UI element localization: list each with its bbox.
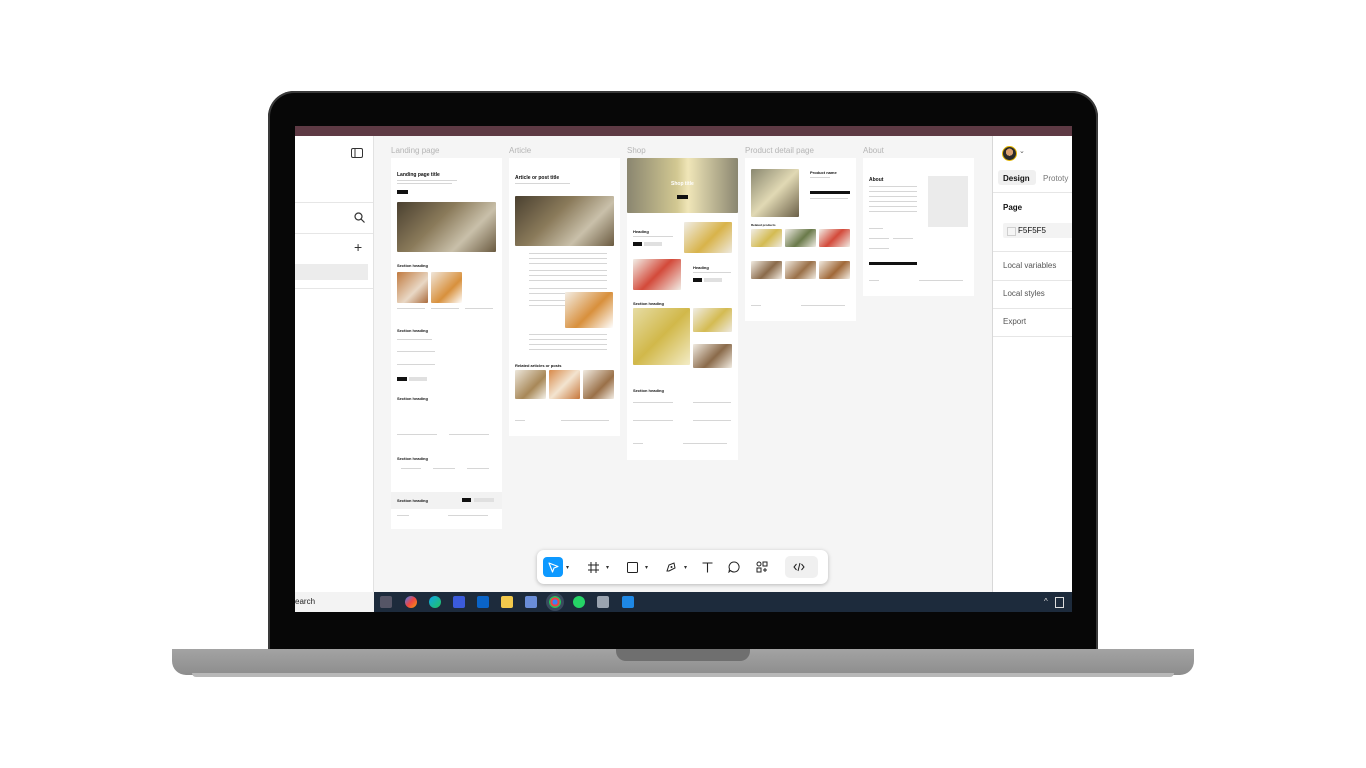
tray-icon[interactable] xyxy=(1055,597,1064,608)
chevron-down-icon[interactable]: ⌄ xyxy=(1019,147,1025,155)
shop-section-heading-2: Section heading xyxy=(633,388,664,393)
edge-icon[interactable] xyxy=(429,596,441,608)
windows-taskbar: earch ^ xyxy=(295,592,1072,612)
frame-product-detail[interactable]: Product name Related products xyxy=(745,158,856,321)
frame-about[interactable]: About xyxy=(863,158,974,296)
file-explorer-icon[interactable] xyxy=(501,596,513,608)
taskbar-search-label: earch xyxy=(295,597,316,606)
screen: + Landing page Landing page title Sectio… xyxy=(295,126,1072,612)
frame-label-about[interactable]: About xyxy=(863,146,884,155)
user-avatar[interactable] xyxy=(1002,146,1017,161)
page-section-label: Page xyxy=(1003,203,1023,212)
frame-label-article[interactable]: Article xyxy=(509,146,531,155)
outlook-icon[interactable] xyxy=(477,596,489,608)
laptop-base-shadow xyxy=(192,673,1174,677)
product-related-label: Related products xyxy=(751,223,776,227)
move-tool-icon[interactable] xyxy=(543,557,563,577)
article-title: Article or post title xyxy=(515,175,560,181)
landing-section-heading-5: Section heading xyxy=(397,498,428,503)
code-icon xyxy=(789,557,809,577)
comment-tool-icon[interactable] xyxy=(724,557,744,577)
shop-heading-2: Heading xyxy=(693,265,709,270)
landing-section-heading-2: Section heading xyxy=(397,328,428,333)
panel-toggle-icon[interactable] xyxy=(351,148,363,160)
actions-tool-icon[interactable] xyxy=(752,557,772,577)
chrome-icon[interactable] xyxy=(549,596,561,608)
bottom-toolbar: ▾ ▾ ▾ ▾ xyxy=(537,550,828,584)
shape-tool-chevron-icon[interactable]: ▾ xyxy=(645,564,648,571)
design-panel: ⌄ Design Prototy Page F5F5F5 Local varia… xyxy=(992,136,1072,592)
store-icon[interactable] xyxy=(453,596,465,608)
layers-panel: + xyxy=(295,136,374,592)
plus-icon[interactable]: + xyxy=(354,240,362,254)
search-icon[interactable] xyxy=(354,212,365,225)
shop-hero-title: Shop title xyxy=(671,181,694,187)
export[interactable]: Export xyxy=(1003,317,1026,326)
page-list-item-selected[interactable] xyxy=(295,264,368,280)
frame-label-product[interactable]: Product detail page xyxy=(745,146,814,155)
local-styles[interactable]: Local styles xyxy=(1003,289,1045,298)
shop-section-heading-1: Section heading xyxy=(633,301,664,306)
frame-tool-icon[interactable] xyxy=(583,557,603,577)
product-image xyxy=(751,169,799,217)
landing-hero-image xyxy=(397,202,496,252)
landing-title: Landing page title xyxy=(397,172,440,178)
shop-heading-1: Heading xyxy=(633,229,649,234)
frame-label-landing[interactable]: Landing page xyxy=(391,146,440,155)
pen-tool-icon[interactable] xyxy=(661,557,681,577)
landing-section-heading-1: Section heading xyxy=(397,263,428,268)
move-tool-chevron-icon[interactable]: ▾ xyxy=(566,564,569,571)
whatsapp-icon[interactable] xyxy=(573,596,585,608)
app-icon[interactable] xyxy=(525,596,537,608)
tray-chevron-icon[interactable]: ^ xyxy=(1044,597,1048,606)
frame-tool-chevron-icon[interactable]: ▾ xyxy=(606,564,609,571)
local-variables[interactable]: Local variables xyxy=(1003,261,1056,270)
page-color-value[interactable]: F5F5F5 xyxy=(1018,226,1046,235)
copilot-icon[interactable] xyxy=(405,596,417,608)
landing-section-heading-4: Section heading xyxy=(397,456,428,461)
rectangle-tool-icon[interactable] xyxy=(622,557,642,577)
text-tool-icon[interactable] xyxy=(697,557,717,577)
vscode-icon[interactable] xyxy=(622,596,634,608)
pen-tool-chevron-icon[interactable]: ▾ xyxy=(684,564,687,571)
about-title: About xyxy=(869,177,884,183)
taskbar-search[interactable]: earch xyxy=(295,592,374,612)
product-name: Product name xyxy=(810,170,837,175)
page-color-swatch[interactable] xyxy=(1007,227,1016,236)
frame-landing-page[interactable]: Landing page title Section heading Secti… xyxy=(391,158,502,529)
landing-section-heading-3: Section heading xyxy=(397,396,428,401)
frame-shop[interactable]: Shop title Heading Heading Section headi… xyxy=(627,158,738,460)
app-2-icon[interactable] xyxy=(597,596,609,608)
article-related-heading: Related articles or posts xyxy=(515,363,562,368)
frame-label-shop[interactable]: Shop xyxy=(627,146,646,155)
article-hero-image xyxy=(515,196,614,246)
frame-article[interactable]: Article or post title Related articles o… xyxy=(509,158,620,436)
task-view-icon[interactable] xyxy=(380,596,392,608)
tab-prototype[interactable]: Prototy xyxy=(1043,174,1068,183)
laptop-notch xyxy=(616,649,750,661)
tab-design-label: Design xyxy=(1003,174,1030,183)
window-top-strip xyxy=(295,126,1072,136)
